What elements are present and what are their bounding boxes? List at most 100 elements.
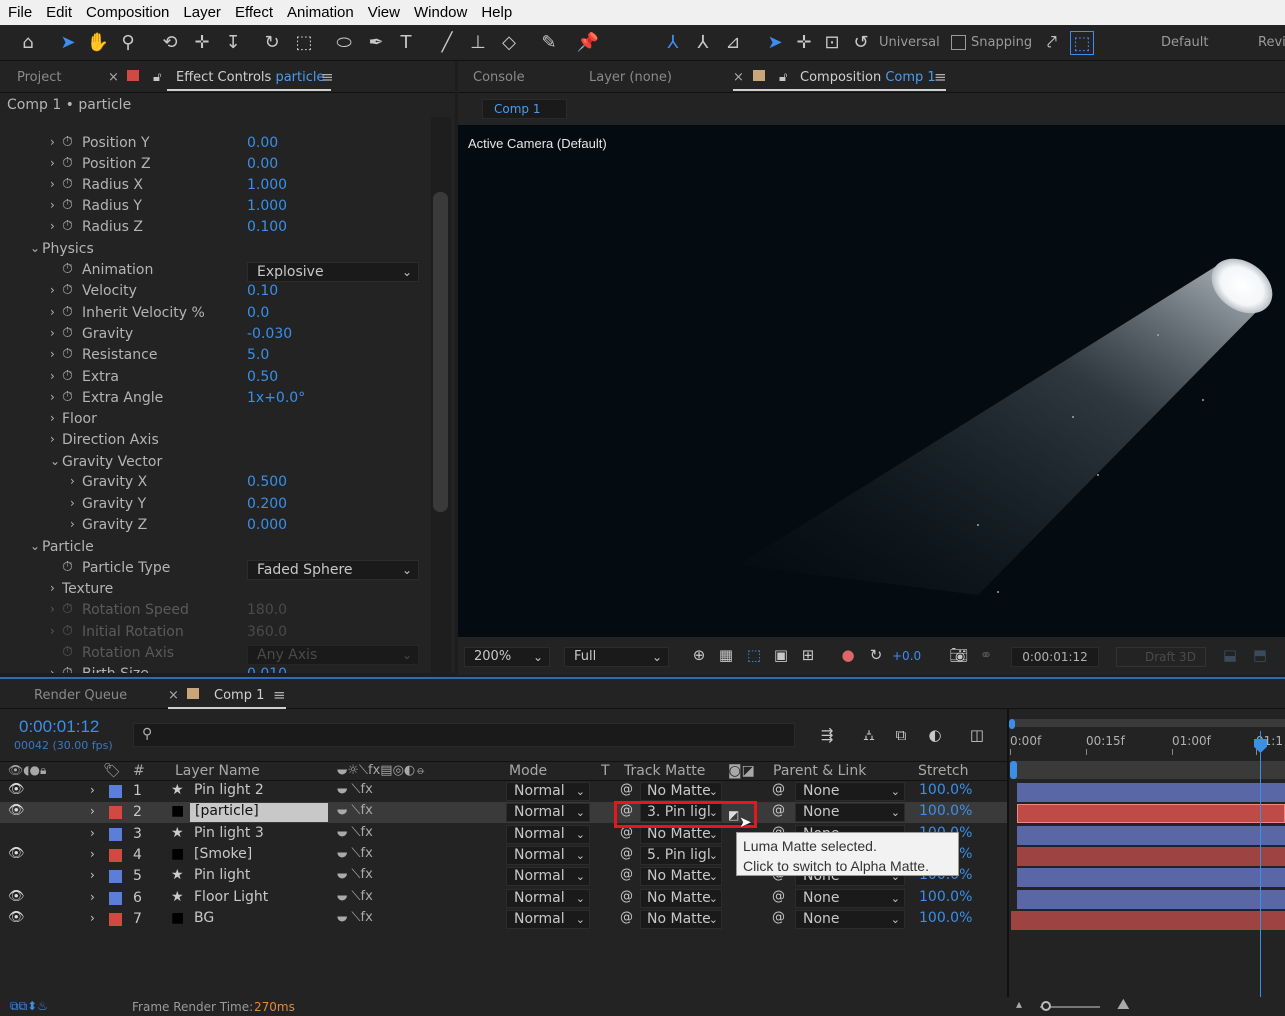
label-color-swatch[interactable] [109,827,122,841]
property-birth-size[interactable]: › ⏱ Birth Size 0.010 [0,665,430,673]
shy-layers-icon[interactable]: ⧉ [889,723,913,747]
stopwatch-icon[interactable]: ⏱ [62,346,73,362]
clone-stamp-icon[interactable]: ⊥ [466,31,490,55]
tab-composition[interactable]: Composition Comp 1 [800,70,936,85]
chevron-right-icon[interactable]: › [50,581,55,595]
effect-scrollbar[interactable] [431,117,451,673]
scrollbar-thumb[interactable] [433,192,448,512]
parent-pick-whip-icon[interactable]: @ [772,782,785,797]
stopwatch-icon[interactable]: ⏱ [62,155,73,171]
stopwatch-icon[interactable]: ⏱ [62,325,73,341]
property-gravity-x[interactable]: › Gravity X 0.500 [0,474,430,495]
radius-y-value[interactable]: 1.000 [247,198,287,214]
chevron-right-icon[interactable]: › [50,347,55,361]
tab-effect-controls[interactable]: Effect Controls particle [176,70,324,85]
label-color-swatch[interactable] [109,891,122,905]
menu-help[interactable]: Help [481,4,512,21]
time-ruler[interactable]: 0:00f 00:15f 01:00f 01:1 [1008,731,1285,757]
menu-effect[interactable]: Effect [235,4,273,21]
layer-switches[interactable]: ⯋ ⟍fx [337,825,373,840]
chevron-right-icon[interactable]: › [50,390,55,404]
stretch-value[interactable]: 100.0% [919,889,972,905]
layer-row[interactable]: 👁︎ › 7 ■ BG ⯋ ⟍fx Normal ⌄ @ No Matte ⌄ @ None ⌄ 100.0… [0,909,1008,930]
property-gravity[interactable]: › ⏱ Gravity -0.030 [0,325,430,347]
resistance-value[interactable]: 5.0 [247,347,269,363]
eye-icon[interactable]: 👁︎ [8,803,25,818]
mode-dropdown[interactable]: Normal ⌄ [506,845,590,865]
property-initial-rotation[interactable]: › ⏱ Initial Rotation 360.0 [0,623,430,645]
mode-dropdown[interactable]: Normal ⌄ [506,888,590,908]
show-snapshot-icon[interactable]: ⚭ [974,643,998,667]
layer-duration-bar[interactable] [1017,804,1285,824]
type-tool-icon[interactable]: T [394,31,418,55]
property-particle-type[interactable]: ⏱ Particle Type Faded Sphere ⌄ [0,559,430,581]
work-area-start-handle[interactable] [1009,719,1015,729]
track-matte-dropdown[interactable]: 5. Pin ligl ⌄ [640,845,722,865]
layer-name[interactable]: Pin light [194,867,250,883]
timeline-panel-menu-icon[interactable]: ≡ [273,686,286,704]
orbit-camera-icon[interactable]: ⟲ [158,31,182,55]
chevron-right-icon[interactable]: › [90,804,95,818]
tab-project[interactable]: Project [17,70,61,85]
mask-visibility-icon[interactable]: ▣ [769,643,793,667]
eye-icon[interactable]: 👁︎ [8,846,25,861]
stopwatch-icon[interactable]: ⏱ [62,389,73,405]
property-animation[interactable]: ⏱ Animation Explosive ⌄ [0,261,430,283]
comp-panel-menu-icon[interactable]: ≡ [934,68,947,86]
view-axis-icon[interactable]: ⊿ [721,31,745,55]
track-matte-dropdown[interactable]: No Matte ⌄ [640,782,722,801]
parent-pick-whip-icon[interactable]: @ [772,803,785,818]
layer-row[interactable]: 👁︎ › 6 ★ Floor Light ⯋ ⟍fx Normal ⌄ @ No Matte ⌄ @ N… [0,888,1008,909]
zoom-in-icon[interactable]: ⛰ [1117,995,1130,1013]
gravity-y-value[interactable]: 0.200 [247,496,287,512]
menu-edit[interactable]: Edit [46,4,72,21]
layer-name[interactable]: [particle] [190,803,328,823]
snap-features-icon[interactable]: ⬚ [1070,31,1094,55]
parent-pick-whip-icon[interactable]: @ [772,889,785,904]
property-rotation-speed[interactable]: › ⏱ Rotation Speed 180.0 [0,601,430,623]
selection-3d-icon[interactable]: ➤ [763,31,787,55]
channel-icon[interactable]: ● [836,643,860,667]
rotation-axis-dropdown[interactable]: Any Axis ⌄ [247,645,419,665]
layer-switches[interactable]: ⯋ ⟍fx [337,782,373,797]
property-radius-z[interactable]: › ⏱ Radius Z 0.100 [0,218,430,240]
property-physics[interactable]: ⌄ Physics [0,241,430,262]
initial-rotation-value[interactable]: 360.0 [247,624,287,640]
layer-switches[interactable]: ⯋ ⟍fx [337,803,373,818]
inherit-velocity-value[interactable]: 0.0 [247,305,269,321]
transparency-grid-icon[interactable]: ▦ [714,643,738,667]
stopwatch-icon[interactable]: ⏱ [62,601,73,617]
current-time-display[interactable]: 0:00:01:12 [1011,647,1099,667]
composition-mini-flowchart-icon[interactable]: ⇶ [815,723,839,747]
label-color-swatch[interactable] [109,912,122,926]
chevron-right-icon[interactable]: › [90,911,95,925]
matte-pick-whip-icon[interactable]: @ [620,910,633,925]
chevron-right-icon[interactable]: › [90,847,95,861]
layer-name[interactable]: [Smoke] [194,846,252,862]
layer-search-input[interactable]: ⚲ [133,723,795,747]
menu-animation[interactable]: Animation [287,4,354,21]
magnification-dropdown[interactable]: 200% ⌄ [464,647,550,667]
chevron-right-icon[interactable]: › [50,198,55,212]
label-color-swatch[interactable] [109,848,122,862]
chevron-right-icon[interactable]: › [50,432,55,446]
property-radius-y[interactable]: › ⏱ Radius Y 1.000 [0,197,430,219]
chevron-right-icon[interactable]: › [90,783,95,797]
parent-dropdown[interactable]: None ⌄ [795,909,905,929]
chevron-right-icon[interactable]: › [50,326,55,340]
rotation-tool-icon[interactable]: ↻ [260,31,284,55]
dolly-camera-icon[interactable]: ↧ [221,31,245,55]
chevron-down-icon[interactable]: ⌄ [30,539,40,553]
playhead-line[interactable] [1260,731,1261,999]
local-axis-icon[interactable]: ⅄ [661,31,685,55]
property-extra-angle[interactable]: › ⏱ Extra Angle 1x+0.0° [0,389,430,411]
tab-layer[interactable]: Layer (none) [589,70,672,85]
track-matte-dropdown[interactable]: No Matte ⌄ [640,888,722,908]
gravity-value[interactable]: -0.030 [247,326,292,342]
menu-view[interactable]: View [368,4,400,21]
chevron-right-icon[interactable]: › [50,177,55,191]
matte-pick-whip-icon[interactable]: @ [620,867,633,882]
3d-ground-plane-icon[interactable]: ⬓ [1218,643,1242,667]
current-time[interactable]: 0:00:01:12 [19,717,99,737]
property-velocity[interactable]: › ⏱ Velocity 0.10 [0,282,430,304]
